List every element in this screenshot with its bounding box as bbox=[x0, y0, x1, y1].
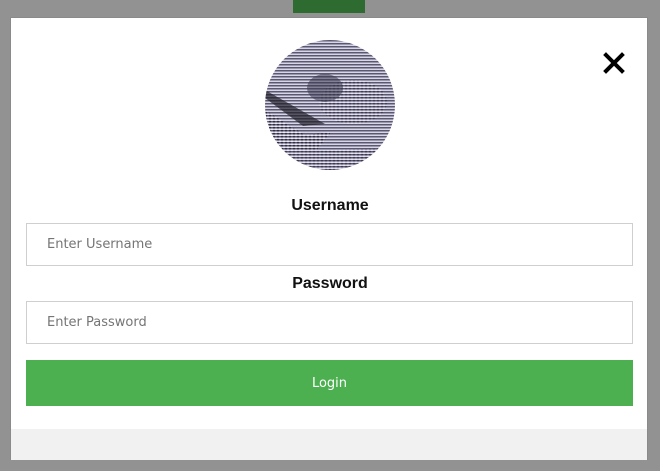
background-tab bbox=[293, 0, 365, 13]
close-icon bbox=[603, 52, 625, 74]
modal-footer bbox=[11, 429, 647, 460]
login-modal: Username Password Login bbox=[10, 17, 648, 460]
password-input[interactable] bbox=[26, 301, 633, 344]
username-label: Username bbox=[291, 197, 369, 214]
password-label: Password bbox=[292, 275, 368, 292]
avatar bbox=[265, 40, 395, 170]
login-button[interactable]: Login bbox=[26, 360, 633, 406]
close-button[interactable] bbox=[601, 50, 627, 76]
avatar-image bbox=[265, 40, 395, 170]
username-input[interactable] bbox=[26, 223, 633, 266]
